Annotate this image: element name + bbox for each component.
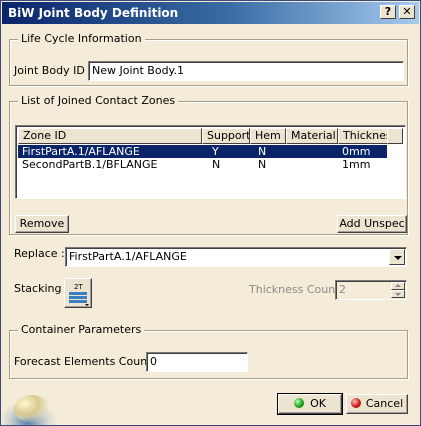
container-group: Container Parameters Forecast Elements C… — [9, 323, 408, 379]
spin-down-button — [391, 290, 405, 298]
zones-table[interactable]: Zone ID Support Hem Material Thickness F… — [15, 125, 406, 199]
stacking-icon: 2T — [69, 283, 89, 306]
table-row[interactable]: FirstPartA.1/AFLANGE Y N 0mm — [18, 145, 387, 158]
window-title: BiW Joint Body Definition — [8, 6, 179, 20]
cancel-icon — [350, 398, 361, 408]
forecast-count-input[interactable]: 0 — [146, 352, 248, 372]
ok-button[interactable]: OK — [277, 393, 343, 415]
close-icon: ✕ — [402, 5, 412, 18]
thickness-count-value: 2 — [339, 283, 346, 296]
col-header-thickness[interactable]: Thickness — [338, 128, 389, 144]
cell-support: N — [212, 158, 221, 171]
ok-label: OK — [310, 397, 326, 410]
col-header-material[interactable]: Material — [286, 128, 338, 144]
help-icon: ? — [384, 5, 392, 18]
thickness-count-spinner: 2 — [335, 280, 407, 300]
cancel-label: Cancel — [365, 397, 404, 410]
title-bar[interactable]: BiW Joint Body Definition ? ✕ — [2, 2, 419, 24]
cell-support: Y — [212, 145, 219, 158]
replace-value: FirstPartA.1/AFLANGE — [69, 250, 187, 263]
lifecycle-group: Life Cycle Information Joint Body ID : N… — [9, 32, 408, 86]
cancel-button[interactable]: Cancel — [346, 394, 408, 414]
table-row[interactable]: SecondPartB.1/BFLANGE N N 1mm — [18, 158, 387, 171]
replace-combo[interactable]: FirstPartA.1/AFLANGE — [65, 247, 407, 267]
forecast-count-label: Forecast Elements Count : — [14, 355, 159, 368]
stacking-icon-text: 2T — [74, 283, 83, 291]
cell-zone-id: SecondPartB.1/BFLANGE — [22, 158, 158, 171]
dialog-window: BiW Joint Body Definition ? ✕ Life Cycle… — [0, 0, 421, 426]
container-legend: Container Parameters — [18, 323, 145, 337]
forecast-count-value: 0 — [150, 355, 157, 368]
spin-up-button — [391, 282, 405, 290]
cell-hem: N — [258, 158, 267, 171]
cell-thickness: 1mm — [342, 158, 371, 171]
joint-body-id-input[interactable]: New Joint Body.1 — [88, 61, 404, 81]
joint-body-id-value: New Joint Body.1 — [92, 64, 184, 77]
cell-hem: N — [258, 145, 267, 158]
replace-label: Replace : — [14, 247, 65, 260]
ok-icon — [294, 398, 305, 408]
col-header-support[interactable]: Support — [202, 128, 250, 144]
replace-dropdown-button[interactable] — [389, 249, 405, 265]
spin-down-icon — [395, 293, 401, 296]
header-corner — [387, 128, 403, 144]
add-unspec-button[interactable]: Add Unspec — [337, 215, 407, 233]
cell-zone-id: FirstPartA.1/AFLANGE — [22, 145, 140, 158]
stacking-label: Stacking : — [14, 282, 69, 295]
col-header-hem[interactable]: Hem — [250, 128, 286, 144]
col-header-zone-id[interactable]: Zone ID — [18, 128, 202, 144]
spin-up-icon — [395, 284, 401, 287]
globe-logo-icon — [2, 395, 56, 425]
close-button[interactable]: ✕ — [399, 5, 415, 19]
help-button[interactable]: ? — [380, 5, 396, 19]
chevron-down-icon — [394, 256, 402, 260]
cell-thickness: 0mm — [342, 145, 371, 158]
zones-legend: List of Joined Contact Zones — [18, 94, 179, 108]
stacking-button[interactable]: 2T — [64, 278, 92, 308]
lifecycle-legend: Life Cycle Information — [18, 32, 145, 46]
table-header: Zone ID Support Hem Material Thickness — [18, 128, 403, 144]
joint-body-id-label: Joint Body ID : — [14, 64, 92, 77]
thickness-count-label: Thickness Count: — [249, 283, 344, 296]
remove-button[interactable]: Remove — [15, 215, 69, 233]
